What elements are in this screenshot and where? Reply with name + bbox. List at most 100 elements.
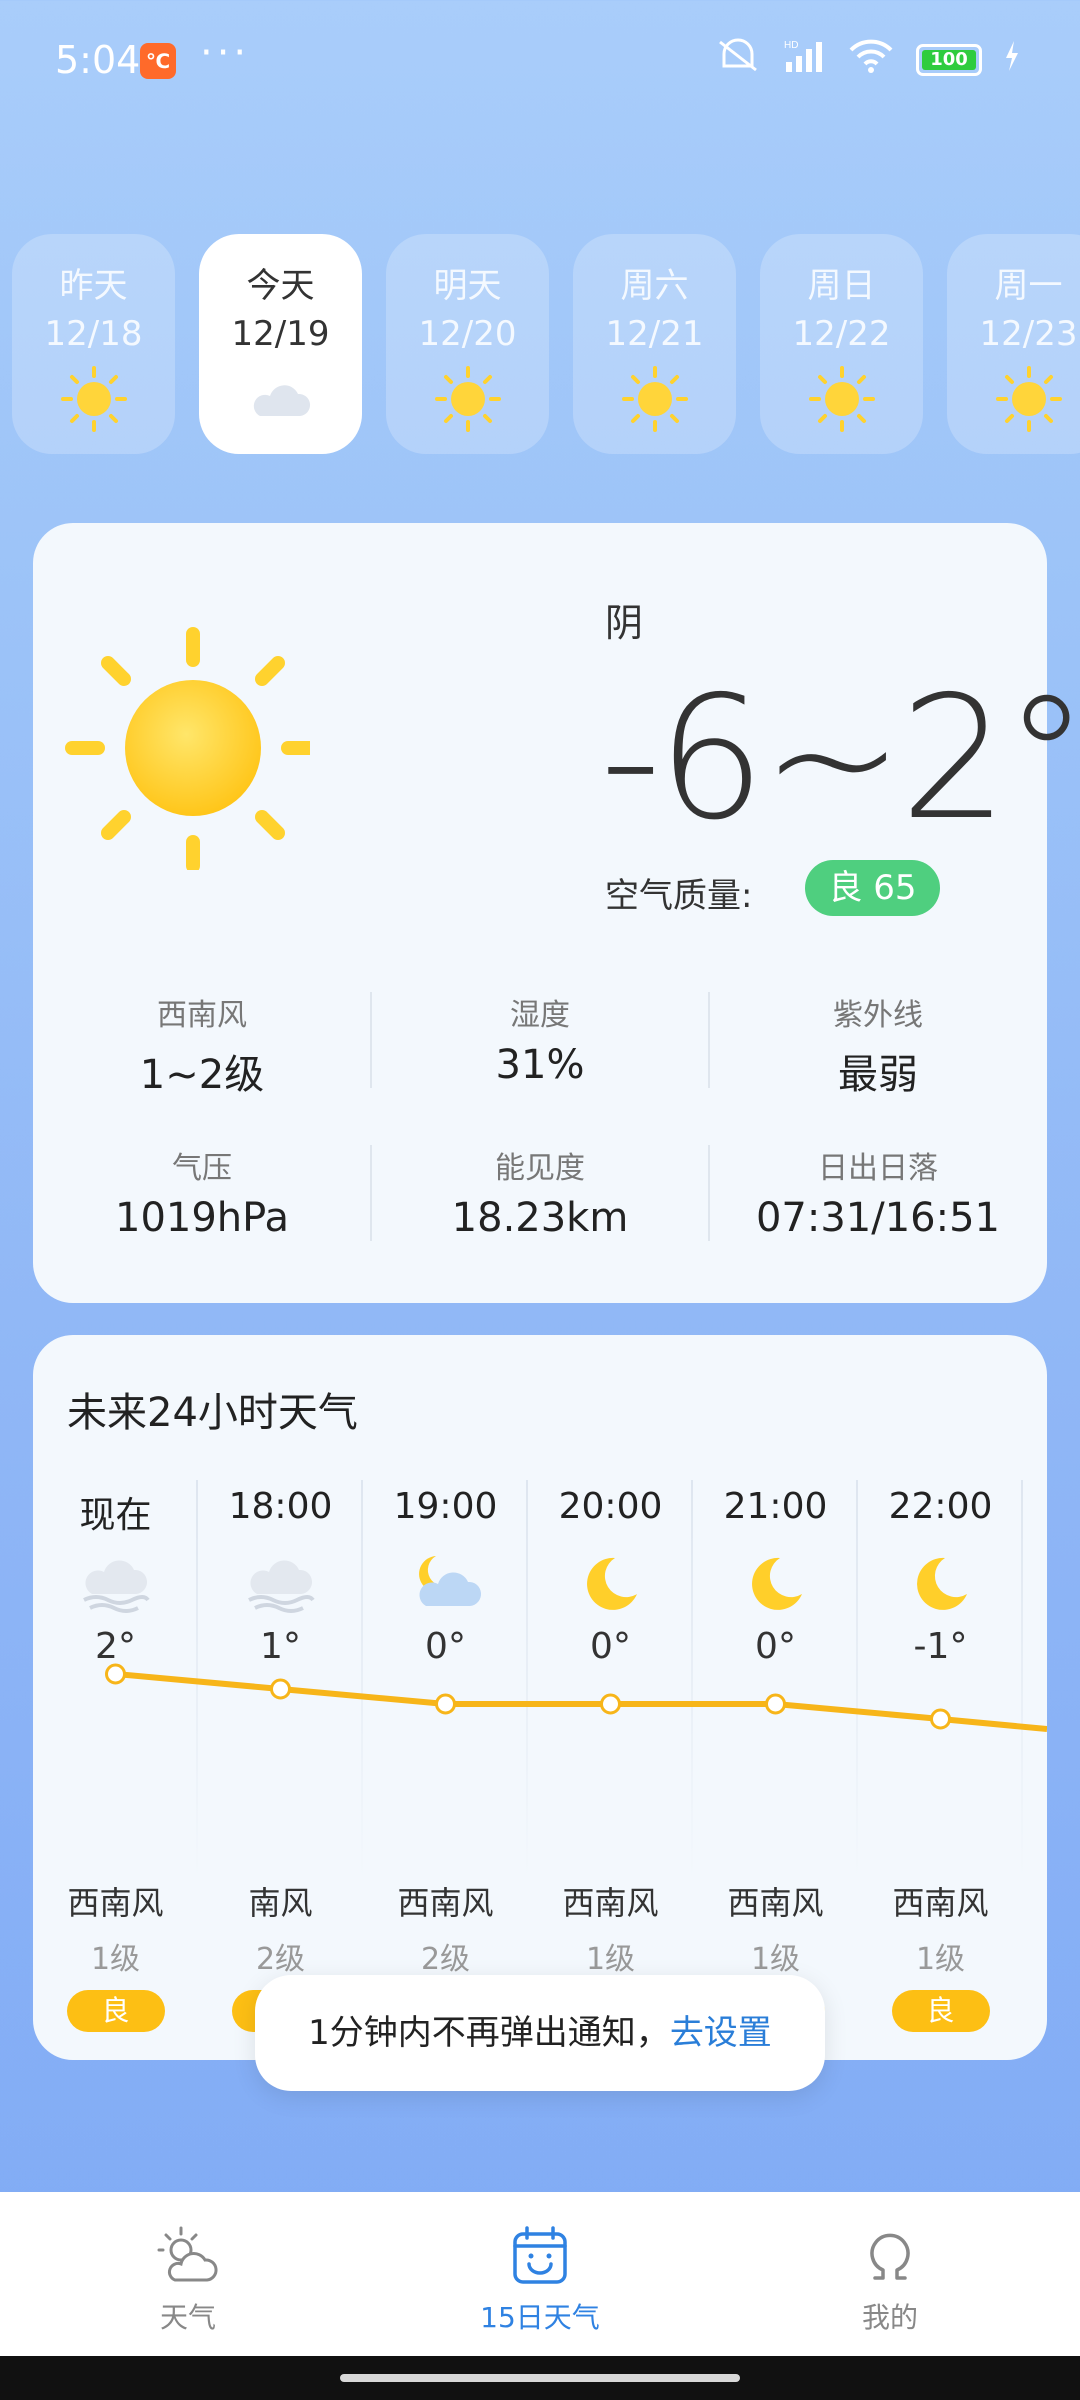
detail-humidity: 湿度 31% — [371, 990, 709, 1088]
sun-icon — [433, 364, 503, 434]
hour-aq-badge: 良 — [891, 1990, 990, 2032]
day-date: 12/21 — [605, 314, 704, 354]
day-date: 12/20 — [418, 314, 517, 354]
sun-cloud-icon — [157, 2226, 218, 2282]
detail-value: 07:31/16:51 — [755, 1195, 1001, 1241]
hour-wind: 西南风 — [892, 1884, 989, 1922]
day-name: 今天 — [246, 266, 315, 306]
day-name: 周日 — [807, 266, 876, 306]
calendar-smile-icon — [513, 2226, 567, 2284]
sun-icon — [620, 364, 690, 434]
battery-level: 100 — [922, 50, 976, 70]
nav-15day-label: 15日天气 — [480, 2301, 600, 2334]
mute-icon — [716, 38, 760, 82]
detail-wind: 西南风 1~2级 — [33, 990, 371, 1100]
hour-wind: 西南风 — [397, 1884, 494, 1922]
day-tab[interactable]: 周六 12/21 — [573, 234, 736, 454]
network-label: HD — [784, 40, 798, 51]
detail-label: 气压 — [172, 1151, 232, 1186]
temperature-point — [930, 1708, 951, 1730]
wifi-icon — [848, 38, 894, 82]
status-time: 5:04 — [55, 38, 141, 82]
temperature-line — [115, 1671, 1047, 1732]
detail-value: 1~2级 — [139, 1052, 265, 1098]
day-date: 12/18 — [44, 314, 143, 354]
day-tab[interactable]: 昨天 12/18 — [12, 234, 175, 454]
divider — [708, 1145, 710, 1241]
temperature-point — [765, 1693, 786, 1715]
temperature-point — [600, 1693, 621, 1715]
temperature-point — [105, 1663, 126, 1685]
detail-value: 1019hPa — [115, 1195, 289, 1241]
cloud-icon — [246, 364, 316, 434]
detail-value: 18.23km — [451, 1195, 629, 1241]
hourly-title: 未来24小时天气 — [67, 1390, 358, 1436]
temperature-line-chart — [105, 1663, 1047, 1732]
detail-label: 能见度 — [495, 1151, 585, 1186]
day-tab[interactable]: 周一 12/23 — [947, 234, 1080, 454]
sun-icon — [65, 627, 310, 870]
nav-mine[interactable]: 我的 — [790, 2192, 990, 2356]
day-tab[interactable]: 明天 12/20 — [386, 234, 549, 454]
hour-wind: 南风 — [248, 1884, 313, 1922]
day-name: 昨天 — [59, 266, 128, 306]
battery-icon: 100 — [916, 44, 982, 76]
temperature-point — [435, 1693, 456, 1715]
charging-icon — [1004, 41, 1020, 79]
hour-wind-level: 1级 — [915, 1942, 966, 1977]
day-name: 周一 — [994, 266, 1063, 306]
temperature-range: -6~2° — [600, 660, 1080, 858]
detail-value: 最弱 — [838, 1052, 918, 1098]
toast-text: 1分钟内不再弹出通知， — [308, 2013, 670, 2053]
day-selector: 昨天 12/18 今天 12/19 明天 12/20 周六 12/21 周日 1… — [12, 234, 1080, 454]
detail-label: 日出日落 — [818, 1151, 938, 1186]
profile-icon — [870, 2233, 910, 2280]
nav-mine-label: 我的 — [861, 2301, 918, 2334]
nav-weather[interactable]: 天气 — [88, 2192, 288, 2356]
hour-wind-level: 2级 — [255, 1942, 306, 1977]
day-name: 周六 — [620, 266, 689, 306]
divider — [370, 1145, 372, 1241]
day-name: 明天 — [433, 266, 502, 306]
hour-wind-level: 1级 — [750, 1942, 801, 1977]
nav-15day[interactable]: 15日天气 — [440, 2192, 640, 2356]
hour-wind: 西南风 — [727, 1884, 824, 1922]
hour-wind-level: 2级 — [420, 1942, 471, 1977]
divider — [370, 992, 372, 1088]
bottom-navigation: 天气 15日天气 我的 — [0, 2192, 1080, 2356]
notification-toast: 1分钟内不再弹出通知，去设置 — [255, 1975, 825, 2091]
signal-icon: HD — [782, 38, 826, 82]
hourly-forecast-list[interactable]: 现在 2° 西南风 1级 良 18:00 1° 南风 2级 良 19:00 0°… — [33, 1480, 1047, 2040]
air-quality-badge[interactable]: 良 65 — [805, 860, 940, 916]
status-bar: 5:04 ℃ ··· HD 100 — [0, 0, 1080, 125]
detail-pressure: 气压 1019hPa — [33, 1143, 371, 1241]
hour-wind: 西南风 — [562, 1884, 659, 1922]
detail-sunrise-sunset: 日出日落 07:31/16:51 — [709, 1143, 1047, 1241]
day-tab[interactable]: 周日 12/22 — [760, 234, 923, 454]
day-date: 12/23 — [979, 314, 1078, 354]
gesture-bar — [0, 2356, 1080, 2400]
detail-label: 西南风 — [157, 998, 247, 1033]
detail-label: 湿度 — [510, 998, 570, 1033]
home-indicator[interactable] — [340, 2374, 740, 2382]
sun-icon — [59, 364, 129, 434]
hour-aq-badge: 良 — [66, 1990, 165, 2032]
detail-uv: 紫外线 最弱 — [709, 990, 1047, 1100]
detail-visibility: 能见度 18.23km — [371, 1143, 709, 1241]
day-tab[interactable]: 今天 12/19 — [199, 234, 362, 454]
detail-value: 31% — [495, 1042, 585, 1088]
go-settings-link[interactable]: 去设置 — [670, 2013, 772, 2053]
day-date: 12/22 — [792, 314, 891, 354]
sun-icon — [807, 364, 877, 434]
weather-condition: 阴 — [605, 601, 644, 645]
air-quality-label: 空气质量: — [605, 876, 753, 916]
temperature-point — [270, 1678, 291, 1700]
more-notifications-icon: ··· — [200, 30, 251, 76]
nav-weather-label: 天气 — [159, 2301, 216, 2334]
hour-wind: 西南风 — [67, 1884, 164, 1922]
divider — [708, 992, 710, 1088]
app-notification-icon: ℃ — [140, 43, 176, 79]
detail-label: 紫外线 — [833, 998, 923, 1033]
day-date: 12/19 — [231, 314, 330, 354]
sun-icon — [994, 364, 1064, 434]
